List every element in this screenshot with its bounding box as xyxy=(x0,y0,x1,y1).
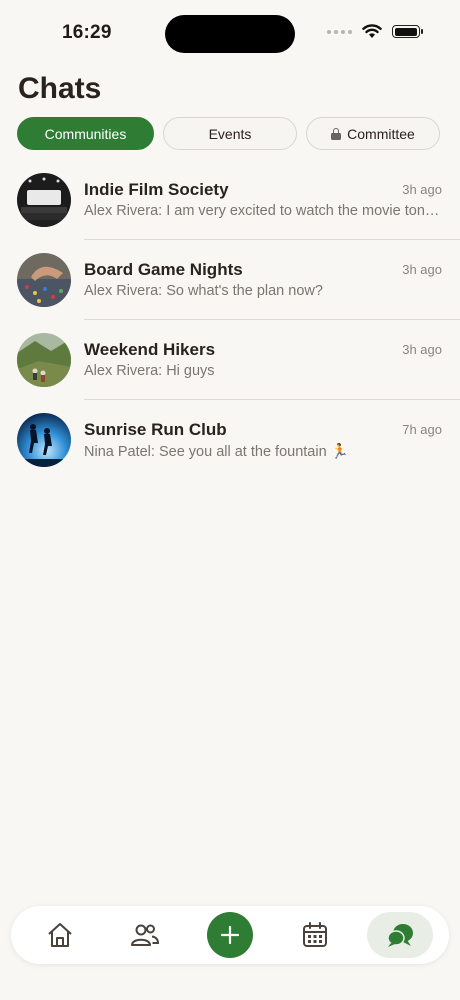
chat-timestamp: 3h ago xyxy=(402,182,442,197)
chat-last-message: Alex Rivera: I am very excited to watch … xyxy=(84,203,442,219)
tab-events[interactable]: Events xyxy=(163,117,297,150)
chat-last-message: Alex Rivera: Hi guys xyxy=(84,363,215,379)
chat-item-sunrise-run-club[interactable]: Sunrise Run Club 7h ago Nina Patel: See … xyxy=(0,400,460,480)
status-time: 16:29 xyxy=(62,22,112,43)
chat-name: Indie Film Society xyxy=(84,180,229,199)
nav-add-button[interactable] xyxy=(207,912,253,958)
nav-chats-button[interactable] xyxy=(367,912,433,958)
chat-list: Indie Film Society 3h ago Alex Rivera: I… xyxy=(0,160,460,480)
lock-icon xyxy=(331,127,342,140)
chat-name: Weekend Hikers xyxy=(84,340,216,359)
tab-label: Committee xyxy=(347,125,415,142)
tab-communities[interactable]: Communities xyxy=(17,117,154,150)
battery-icon xyxy=(392,25,423,38)
bottom-nav xyxy=(11,906,449,964)
chat-item-indie-film-society[interactable]: Indie Film Society 3h ago Alex Rivera: I… xyxy=(0,160,460,240)
tab-label: Events xyxy=(208,125,252,142)
tab-label: Communities xyxy=(44,125,127,142)
tab-committee[interactable]: Committee xyxy=(306,117,440,150)
nav-calendar-button[interactable] xyxy=(292,912,338,958)
people-icon xyxy=(131,924,160,946)
chat-bubbles-icon xyxy=(387,924,413,947)
chat-name: Sunrise Run Club xyxy=(84,420,227,439)
chat-name: Board Game Nights xyxy=(84,260,243,279)
chat-timestamp: 3h ago xyxy=(402,262,442,277)
chat-item-weekend-hikers[interactable]: Weekend Hikers 3h ago Alex Rivera: Hi gu… xyxy=(0,320,460,400)
page-title: Chats xyxy=(18,72,102,105)
calendar-icon xyxy=(303,922,327,947)
plus-icon xyxy=(220,925,240,945)
chat-item-board-game-nights[interactable]: Board Game Nights 3h ago Alex Rivera: So… xyxy=(0,240,460,320)
chat-timestamp: 3h ago xyxy=(402,342,442,357)
status-bar: 16:29 xyxy=(0,0,460,64)
chat-last-message: Alex Rivera: So what's the plan now? xyxy=(84,283,323,299)
nav-home-button[interactable] xyxy=(37,912,83,958)
wifi-icon xyxy=(362,24,382,38)
community-avatar xyxy=(17,413,71,467)
community-avatar xyxy=(17,173,71,227)
home-icon xyxy=(48,923,72,947)
status-icons xyxy=(327,24,423,39)
chat-timestamp: 7h ago xyxy=(402,422,442,437)
chat-tabs: Communities Events Committee xyxy=(17,117,440,150)
dynamic-island xyxy=(165,15,295,53)
cellular-signal-icon xyxy=(327,29,352,34)
community-avatar xyxy=(17,333,71,387)
community-avatar xyxy=(17,253,71,307)
chat-last-message: Nina Patel: See you all at the fountain … xyxy=(84,444,349,460)
nav-people-button[interactable] xyxy=(122,912,168,958)
